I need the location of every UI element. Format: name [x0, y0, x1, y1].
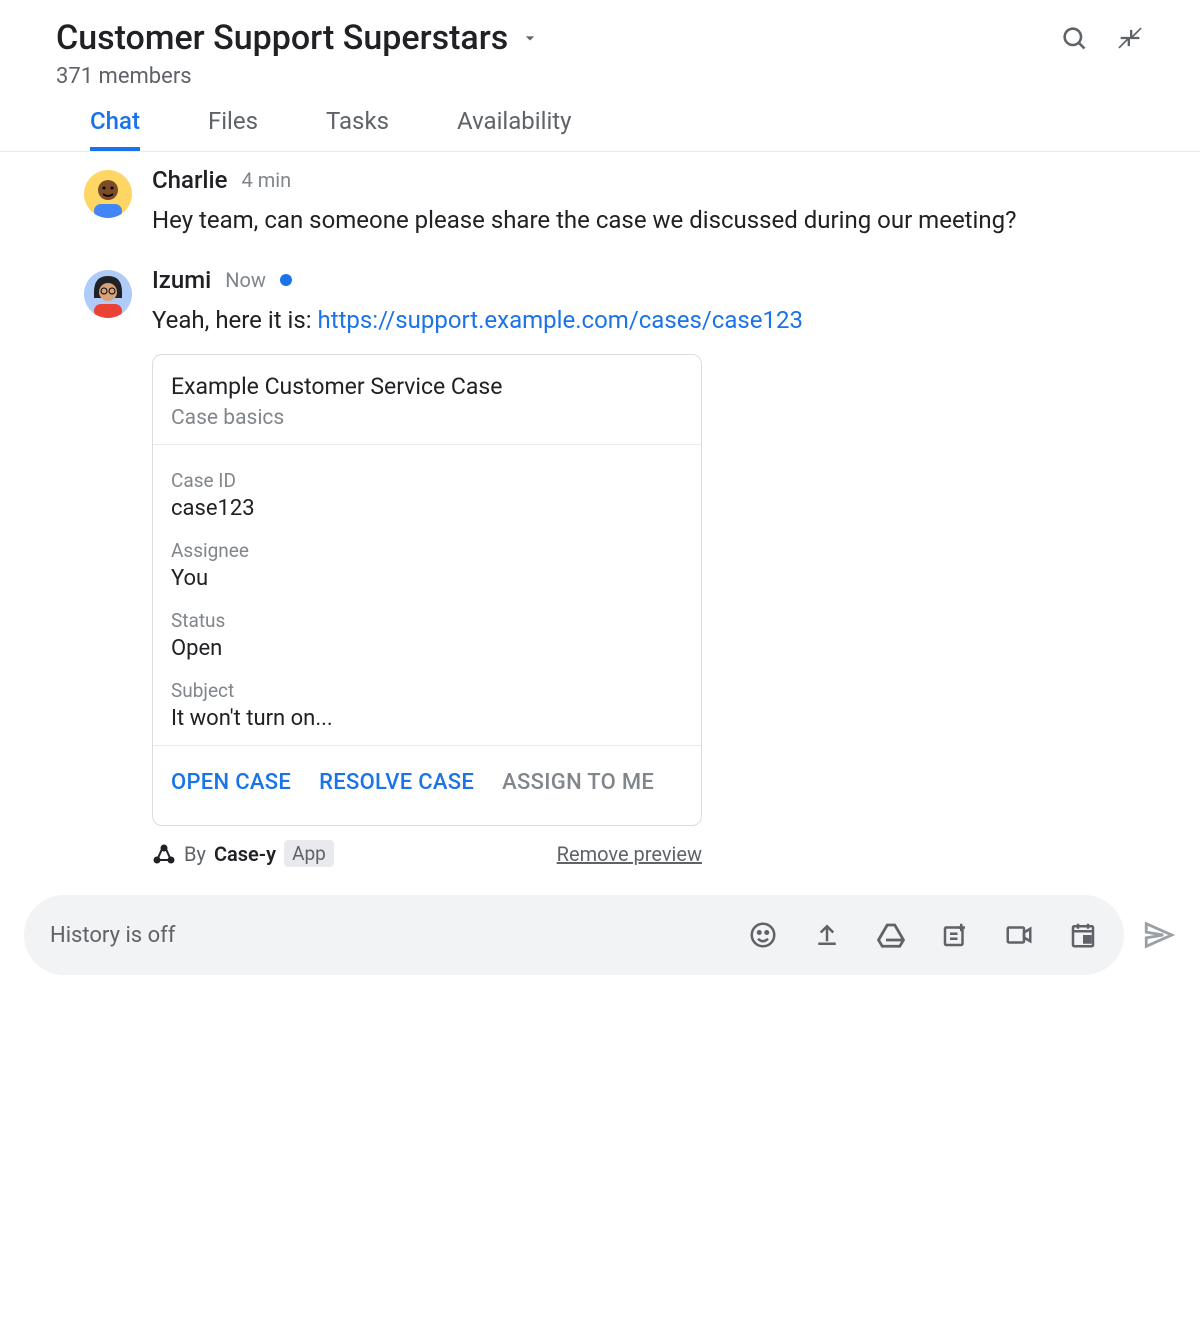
tab-availability[interactable]: Availability: [457, 107, 572, 151]
webhook-icon: [152, 842, 176, 866]
tab-tasks[interactable]: Tasks: [326, 107, 389, 151]
open-case-button[interactable]: OPEN CASE: [171, 770, 291, 795]
app-badge: App: [284, 840, 334, 867]
avatar[interactable]: [84, 170, 132, 218]
author-name: Charlie: [152, 166, 228, 194]
send-icon[interactable]: [1142, 918, 1176, 952]
resolve-case-button[interactable]: RESOLVE CASE: [319, 770, 474, 795]
card-footer: By Case-y App Remove preview: [152, 840, 702, 867]
field-label: Subject: [171, 679, 683, 702]
drive-icon[interactable]: [876, 920, 906, 950]
composer[interactable]: History is off: [24, 895, 1124, 975]
card-title: Example Customer Service Case: [171, 373, 683, 400]
card-field: Assignee You: [171, 539, 683, 591]
case-card: Example Customer Service Case Case basic…: [152, 354, 702, 826]
timestamp: 4 min: [242, 168, 292, 192]
by-label: By: [184, 842, 206, 866]
message-text: Yeah, here it is: https://support.exampl…: [152, 302, 1144, 338]
space-title[interactable]: Customer Support Superstars: [56, 18, 508, 58]
search-icon[interactable]: [1060, 24, 1088, 52]
member-count: 371 members: [56, 64, 1144, 89]
field-value: It won't turn on...: [171, 706, 683, 731]
composer-placeholder: History is off: [50, 923, 748, 948]
tab-files[interactable]: Files: [208, 107, 258, 151]
message-row: Izumi Now Yeah, here it is: https://supp…: [84, 266, 1144, 867]
upload-icon[interactable]: [812, 920, 842, 950]
emoji-icon[interactable]: [748, 920, 778, 950]
card-field: Subject It won't turn on...: [171, 679, 683, 731]
message-link[interactable]: https://support.example.com/cases/case12…: [318, 306, 803, 334]
message-text: Hey team, can someone please share the c…: [152, 202, 1144, 238]
app-name: Case-y: [214, 842, 276, 866]
video-icon[interactable]: [1004, 920, 1034, 950]
field-label: Assignee: [171, 539, 683, 562]
field-value: case123: [171, 496, 683, 521]
field-value: Open: [171, 636, 683, 661]
message-row: Charlie 4 min Hey team, can someone plea…: [84, 166, 1144, 238]
message-text-prefix: Yeah, here it is:: [152, 306, 318, 334]
avatar[interactable]: [84, 270, 132, 318]
messages-area: Charlie 4 min Hey team, can someone plea…: [0, 152, 1200, 867]
header: Customer Support Superstars 371 members: [0, 0, 1200, 89]
card-subtitle: Case basics: [171, 406, 683, 430]
chevron-down-icon[interactable]: [520, 28, 540, 48]
remove-preview-button[interactable]: Remove preview: [557, 842, 702, 866]
assign-to-me-button[interactable]: ASSIGN TO ME: [502, 770, 654, 795]
collapse-icon[interactable]: [1116, 24, 1144, 52]
card-field: Case ID case123: [171, 469, 683, 521]
field-value: You: [171, 566, 683, 591]
calendar-icon[interactable]: [1068, 920, 1098, 950]
status-dot-icon: [280, 274, 292, 286]
author-name: Izumi: [152, 266, 211, 294]
tab-chat[interactable]: Chat: [90, 107, 140, 151]
card-field: Status Open: [171, 609, 683, 661]
note-add-icon[interactable]: [940, 920, 970, 950]
field-label: Case ID: [171, 469, 683, 492]
tabs: Chat Files Tasks Availability: [0, 89, 1200, 152]
timestamp: Now: [225, 268, 266, 292]
field-label: Status: [171, 609, 683, 632]
